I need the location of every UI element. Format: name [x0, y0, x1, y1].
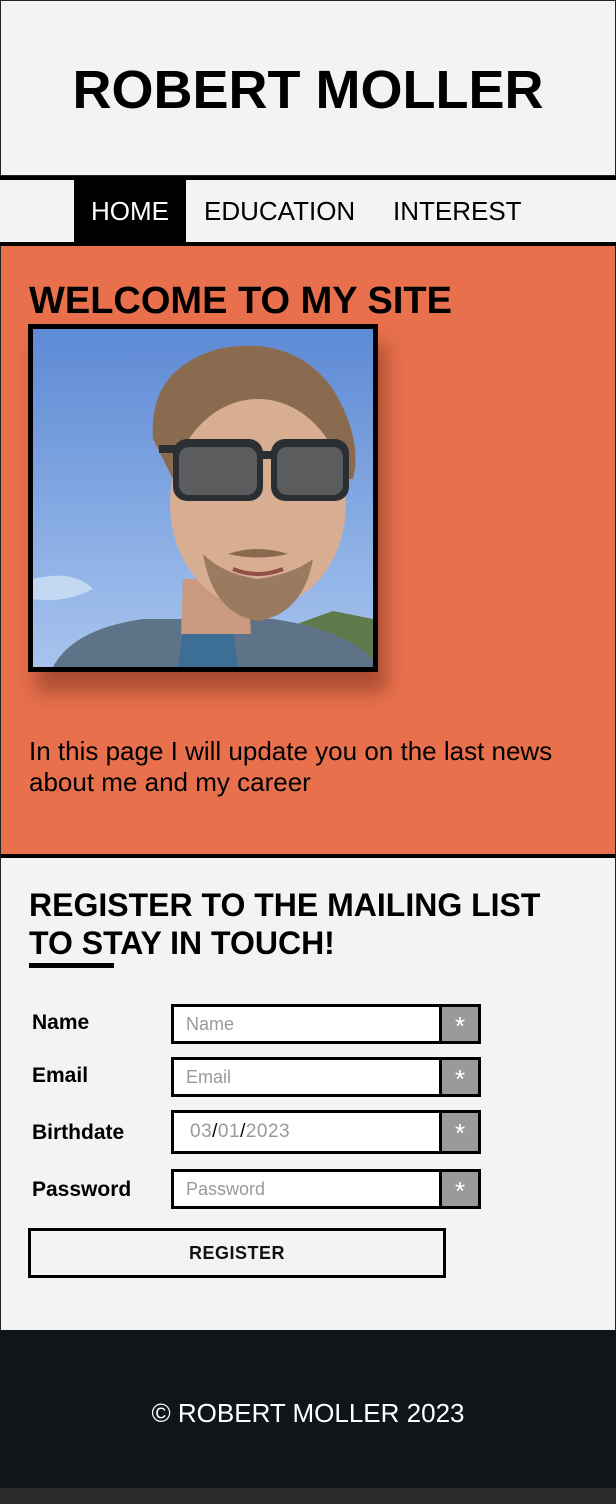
birthdate-input[interactable]: 03/01/2023: [190, 1113, 290, 1151]
welcome-section: WELCOME TO MY SITE In this page I will u…: [0, 246, 616, 854]
page: ROBERT MOLLER HOME EDUCATION INTEREST WE…: [0, 0, 616, 1504]
birthdate-field-wrapper: 03/01/2023 *: [171, 1110, 481, 1154]
required-asterisk-icon: *: [439, 1060, 478, 1094]
site-header: ROBERT MOLLER: [0, 0, 616, 176]
welcome-heading: WELCOME TO MY SITE: [29, 280, 452, 322]
profile-photo: [28, 324, 378, 672]
required-asterisk-icon: *: [439, 1113, 478, 1151]
birthdate-day: 01: [217, 1121, 241, 1142]
password-label: Password: [32, 1178, 132, 1201]
email-field-wrapper: *: [171, 1057, 481, 1097]
required-asterisk-icon: *: [439, 1172, 478, 1206]
email-label: Email: [32, 1064, 89, 1087]
nav-home[interactable]: HOME: [74, 180, 186, 242]
name-field-wrapper: *: [171, 1004, 481, 1044]
main-nav: HOME EDUCATION INTEREST: [0, 176, 616, 246]
profile-photo-illustration: [33, 329, 373, 667]
birthdate-year: 2023: [245, 1121, 291, 1142]
site-title: ROBERT MOLLER: [72, 60, 544, 120]
birthdate-label: Birthdate: [32, 1121, 125, 1144]
password-input[interactable]: [174, 1172, 442, 1206]
required-asterisk-icon: *: [439, 1007, 478, 1041]
name-label: Name: [32, 1011, 90, 1034]
welcome-text: In this page I will update you on the la…: [29, 736, 553, 797]
email-input[interactable]: [174, 1060, 442, 1094]
footer-copyright: © ROBERT MOLLER 2023: [151, 1398, 465, 1428]
password-field-wrapper: *: [171, 1169, 481, 1209]
birthdate-month: 03: [190, 1121, 213, 1142]
nav-education[interactable]: EDUCATION: [204, 180, 355, 242]
mailing-list-heading: REGISTER TO THE MAILING LIST TO STAY IN …: [29, 887, 541, 961]
heading-underline: [29, 963, 114, 968]
mailing-list-section: REGISTER TO THE MAILING LIST TO STAY IN …: [0, 854, 616, 1330]
nav-interest[interactable]: INTEREST: [393, 180, 522, 242]
name-input[interactable]: [174, 1007, 442, 1041]
register-button[interactable]: REGISTER: [28, 1228, 446, 1278]
site-footer: © ROBERT MOLLER 2023: [0, 1330, 616, 1488]
